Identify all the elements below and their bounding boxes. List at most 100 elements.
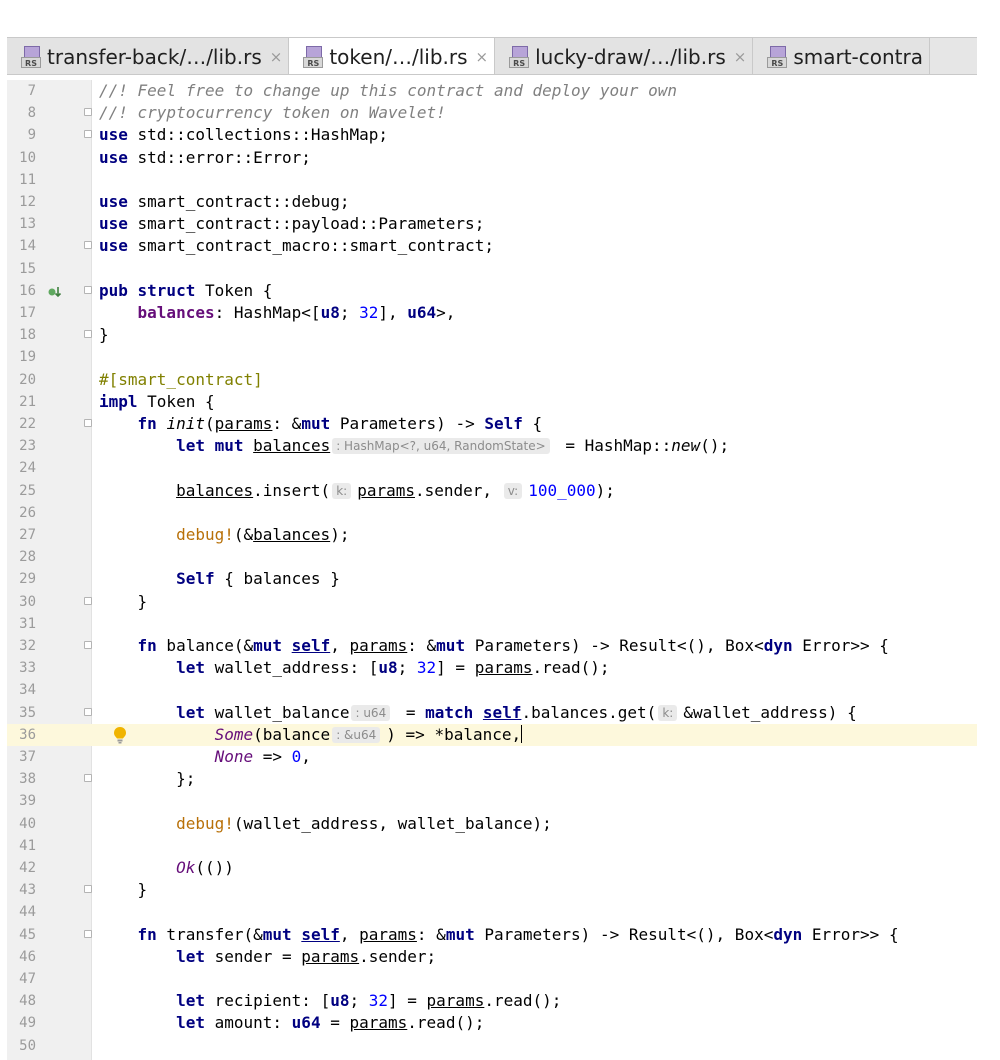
line-number[interactable]: 12 bbox=[7, 191, 36, 213]
line-number[interactable]: 31 bbox=[7, 613, 36, 635]
code-line[interactable]: 10 use std::error::Error; bbox=[7, 147, 977, 169]
line-number[interactable]: 20 bbox=[7, 369, 36, 391]
line-number[interactable]: 48 bbox=[7, 990, 36, 1012]
line-number[interactable]: 47 bbox=[7, 968, 36, 990]
line-number[interactable]: 24 bbox=[7, 457, 36, 479]
line-number[interactable]: 37 bbox=[7, 746, 36, 768]
line-number[interactable]: 33 bbox=[7, 657, 36, 679]
line-number[interactable]: 15 bbox=[7, 258, 36, 280]
code-line[interactable]: 37 None => 0, bbox=[7, 746, 977, 768]
code-line[interactable]: 8 //! cryptocurrency token on Wavelet! bbox=[7, 102, 977, 124]
line-number[interactable]: 39 bbox=[7, 790, 36, 812]
line-number[interactable]: 44 bbox=[7, 901, 36, 923]
fold-marker-icon[interactable] bbox=[84, 108, 92, 117]
line-number[interactable]: 28 bbox=[7, 546, 36, 568]
code-line[interactable]: 34 bbox=[7, 679, 977, 701]
line-number[interactable]: 45 bbox=[7, 924, 36, 946]
code-line[interactable]: 16 pub struct Token { bbox=[7, 280, 977, 302]
line-number[interactable]: 27 bbox=[7, 524, 36, 546]
code-line[interactable]: 13 use smart_contract::payload::Parameter… bbox=[7, 213, 977, 235]
close-tab-icon[interactable]: × bbox=[734, 48, 747, 66]
code-line[interactable]: 38 }; bbox=[7, 768, 977, 790]
line-number[interactable]: 38 bbox=[7, 768, 36, 790]
fold-marker-icon[interactable] bbox=[84, 774, 92, 783]
line-number[interactable]: 9 bbox=[7, 124, 36, 146]
line-number[interactable]: 23 bbox=[7, 435, 36, 457]
line-number[interactable]: 17 bbox=[7, 302, 36, 324]
fold-marker-icon[interactable] bbox=[84, 330, 92, 339]
line-number[interactable]: 29 bbox=[7, 568, 36, 590]
line-number[interactable]: 14 bbox=[7, 235, 36, 257]
fold-marker-icon[interactable] bbox=[84, 130, 92, 139]
close-tab-icon[interactable]: × bbox=[270, 48, 283, 66]
line-number[interactable]: 11 bbox=[7, 169, 36, 191]
code-line[interactable]: 48 let recipient: [u8; 32] = params.read… bbox=[7, 990, 977, 1012]
code-editor[interactable]: 7 //! Feel free to change up this contrac… bbox=[7, 80, 977, 1060]
line-number[interactable]: 26 bbox=[7, 502, 36, 524]
code-line[interactable]: 46 let sender = params.sender; bbox=[7, 946, 977, 968]
code-line[interactable]: 9 use std::collections::HashMap; bbox=[7, 124, 977, 146]
code-line[interactable]: 31 bbox=[7, 613, 977, 635]
line-number[interactable]: 50 bbox=[7, 1035, 36, 1057]
line-number[interactable]: 16 bbox=[7, 280, 36, 302]
code-line[interactable]: 44 bbox=[7, 901, 977, 923]
code-line[interactable]: 50 bbox=[7, 1035, 977, 1057]
fold-marker-icon[interactable] bbox=[84, 707, 92, 716]
line-number[interactable]: 35 bbox=[7, 702, 36, 724]
code-line[interactable]: 17 balances: HashMap<[u8; 32], u64>, bbox=[7, 302, 977, 324]
code-line[interactable]: 43 } bbox=[7, 879, 977, 901]
line-number[interactable]: 8 bbox=[7, 102, 36, 124]
code-line[interactable]: 29 Self { balances } bbox=[7, 568, 977, 590]
code-line[interactable]: 11 bbox=[7, 169, 977, 191]
code-line[interactable]: 28 bbox=[7, 546, 977, 568]
line-number[interactable]: 22 bbox=[7, 413, 36, 435]
line-number[interactable]: 18 bbox=[7, 324, 36, 346]
fold-marker-icon[interactable] bbox=[84, 929, 92, 938]
code-line[interactable]: 42 Ok(()) bbox=[7, 857, 977, 879]
code-line[interactable]: 45 fn transfer(&mut self, params: &mut P… bbox=[7, 924, 977, 946]
line-number[interactable]: 36 bbox=[7, 724, 36, 746]
code-line[interactable]: 32 fn balance(&mut self, params: &mut Pa… bbox=[7, 635, 977, 657]
code-line[interactable]: 23 let mut balances: HashMap<?, u64, Ran… bbox=[7, 435, 977, 457]
code-line[interactable]: 18} bbox=[7, 324, 977, 346]
code-line[interactable]: 27 debug!(&balances); bbox=[7, 524, 977, 546]
code-line[interactable]: 25 balances.insert(k: params.sender, v: 10… bbox=[7, 480, 977, 502]
code-line[interactable]: 26 bbox=[7, 502, 977, 524]
code-line[interactable]: 19 bbox=[7, 346, 977, 368]
line-number[interactable]: 10 bbox=[7, 147, 36, 169]
code-line[interactable]: 33 let wallet_address: [u8; 32] = params… bbox=[7, 657, 977, 679]
line-number[interactable]: 41 bbox=[7, 835, 36, 857]
line-number[interactable]: 32 bbox=[7, 635, 36, 657]
line-number[interactable]: 49 bbox=[7, 1012, 36, 1034]
tab-0[interactable]: RS transfer-back/…/lib.rs × bbox=[7, 38, 290, 74]
line-number[interactable]: 40 bbox=[7, 813, 36, 835]
line-number[interactable]: 21 bbox=[7, 391, 36, 413]
fold-marker-icon[interactable] bbox=[84, 419, 92, 427]
tab-2[interactable]: RS lucky-draw/…/lib.rs × bbox=[495, 38, 754, 74]
code-line[interactable]: 20 #[smart_contract] bbox=[7, 369, 977, 391]
code-line[interactable]: 41 bbox=[7, 835, 977, 857]
code-line[interactable]: 14 use smart_contract_macro::smart_contra… bbox=[7, 235, 977, 257]
line-number[interactable]: 34 bbox=[7, 679, 36, 701]
code-line[interactable]: 40 debug!(wallet_address, wallet_balance… bbox=[7, 813, 977, 835]
tab-1[interactable]: RS token/…/lib.rs × bbox=[289, 38, 496, 74]
line-number[interactable]: 25 bbox=[7, 480, 36, 502]
close-tab-icon[interactable]: × bbox=[476, 48, 489, 66]
code-line[interactable]: 49 let amount: u64 = params.read(); bbox=[7, 1012, 977, 1034]
code-line[interactable]: 12 use smart_contract::debug; bbox=[7, 191, 977, 213]
code-line[interactable]: 24 bbox=[7, 457, 977, 479]
code-line[interactable]: 30 } bbox=[7, 591, 977, 613]
code-line[interactable]: 39 bbox=[7, 790, 977, 812]
line-number[interactable]: 30 bbox=[7, 591, 36, 613]
implemented-by-icon[interactable] bbox=[47, 284, 62, 298]
code-line[interactable]: 35 let wallet_balance: u64 = match self.… bbox=[7, 702, 977, 724]
line-number[interactable]: 46 bbox=[7, 946, 36, 968]
code-line[interactable]: 7 //! Feel free to change up this contrac… bbox=[7, 80, 977, 102]
fold-marker-icon[interactable] bbox=[84, 641, 92, 649]
line-number[interactable]: 7 bbox=[7, 80, 36, 102]
line-number[interactable]: 13 bbox=[7, 213, 36, 235]
code-line[interactable]: 22 fn init(params: &mut Parameters) -> S… bbox=[7, 413, 977, 435]
line-number[interactable]: 43 bbox=[7, 879, 36, 901]
tab-3[interactable]: RS smart-contra bbox=[753, 38, 930, 74]
fold-marker-icon[interactable] bbox=[84, 596, 92, 605]
